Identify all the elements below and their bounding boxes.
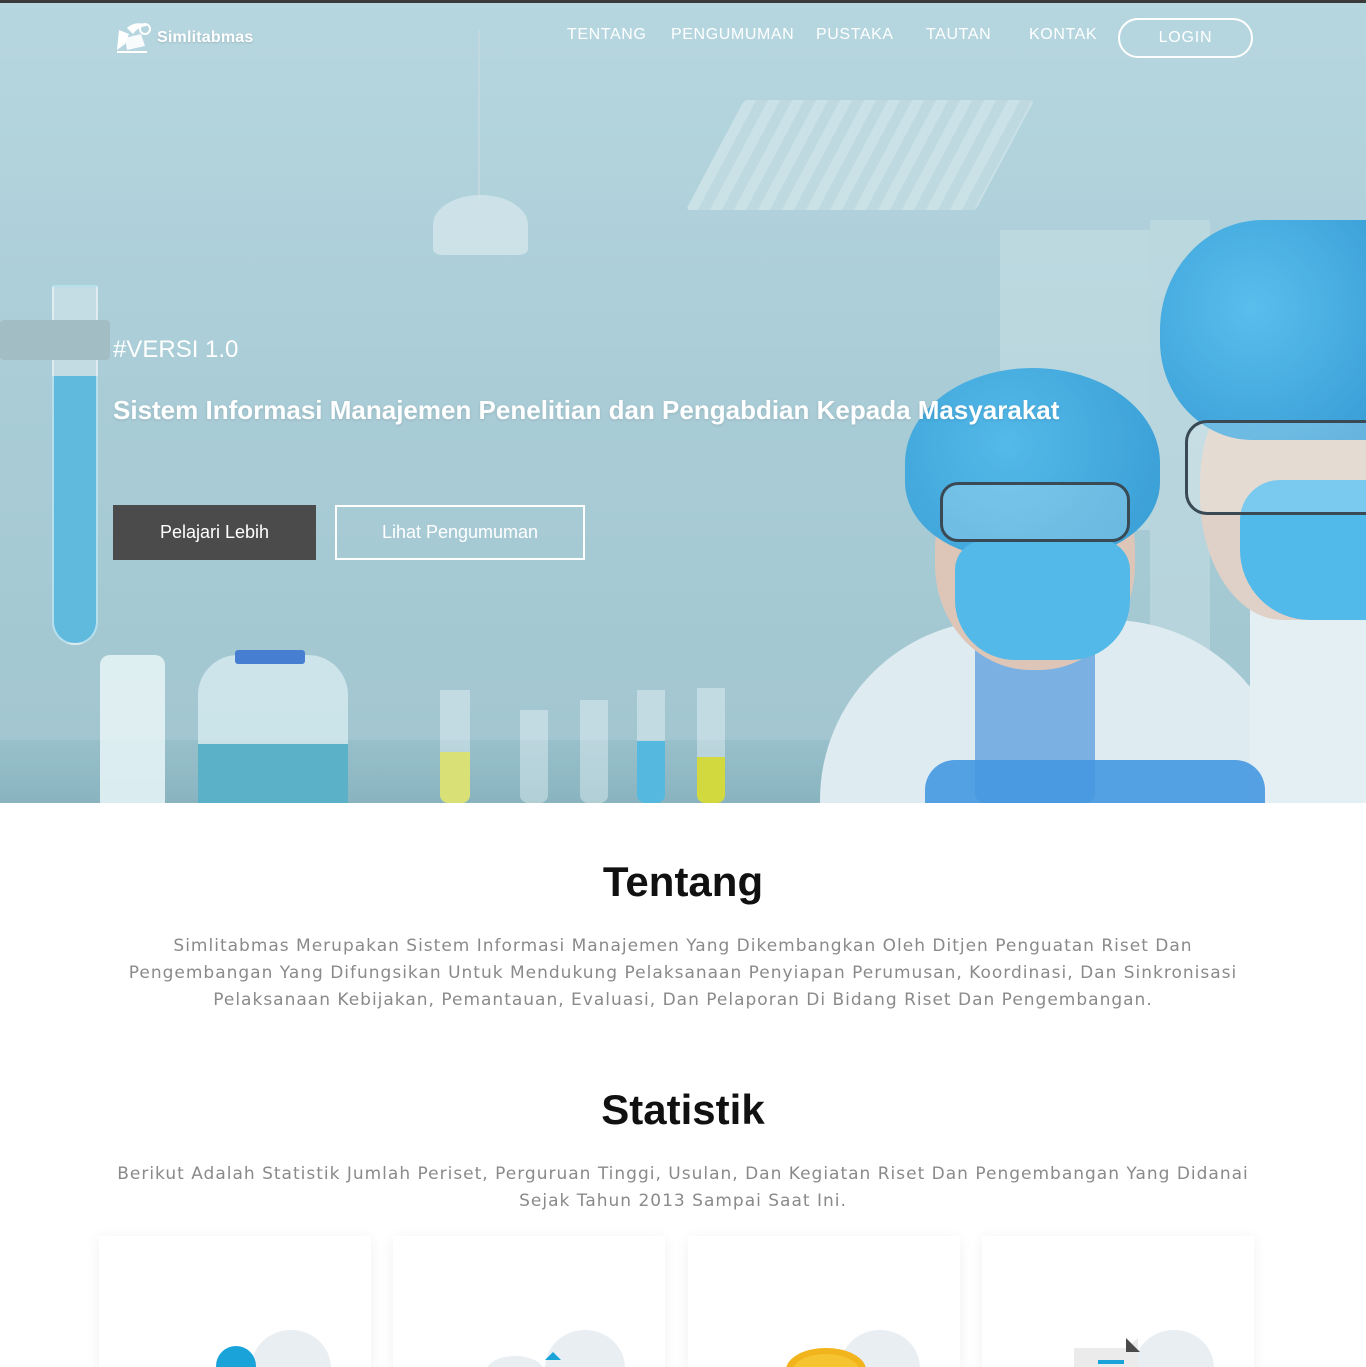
stats-title: Statistik — [601, 1086, 765, 1133]
view-announcements-button[interactable]: Lihat Pengumuman — [335, 505, 585, 560]
learn-more-button[interactable]: Pelajari Lebih — [113, 505, 316, 560]
stat-card-universities — [393, 1236, 665, 1367]
stat-card-activities — [982, 1236, 1254, 1367]
navbar: Simlitabmas TENTANG PENGUMUMAN PUSTAKA T… — [0, 0, 1366, 76]
nav-item-tautan[interactable]: TAUTAN — [926, 26, 991, 44]
nav-item-kontak[interactable]: KONTAK — [1029, 26, 1097, 44]
nav-item-pustaka[interactable]: PUSTAKA — [816, 26, 894, 44]
login-button[interactable]: LOGIN — [1118, 18, 1253, 58]
researcher-icon — [216, 1330, 331, 1367]
hero-title: Sistem Informasi Manajemen Penelitian da… — [113, 395, 1060, 425]
university-icon — [487, 1330, 625, 1367]
nav-item-pengumuman[interactable]: PENGUMUMAN — [671, 26, 794, 44]
nav-item-tentang[interactable]: TENTANG — [567, 26, 646, 44]
stats-text: Berikut Adalah Statistik Jumlah Periset,… — [117, 1164, 1249, 1211]
coin-icon — [786, 1330, 920, 1367]
stat-card-researchers — [99, 1236, 371, 1367]
brand-link[interactable]: Simlitabmas — [115, 20, 253, 56]
version-tag: #VERSI 1.0 — [113, 336, 239, 363]
about-title: Tentang — [602, 858, 764, 905]
hero-section: Simlitabmas TENTANG PENGUMUMAN PUSTAKA T… — [0, 0, 1366, 803]
logo-icon — [117, 23, 151, 53]
brand-name: Simlitabmas — [157, 29, 254, 46]
stat-card-proposals — [688, 1236, 960, 1367]
about-text: Simlitabmas Merupakan Sistem Informasi M… — [128, 936, 1238, 1010]
document-icon — [1074, 1330, 1214, 1367]
